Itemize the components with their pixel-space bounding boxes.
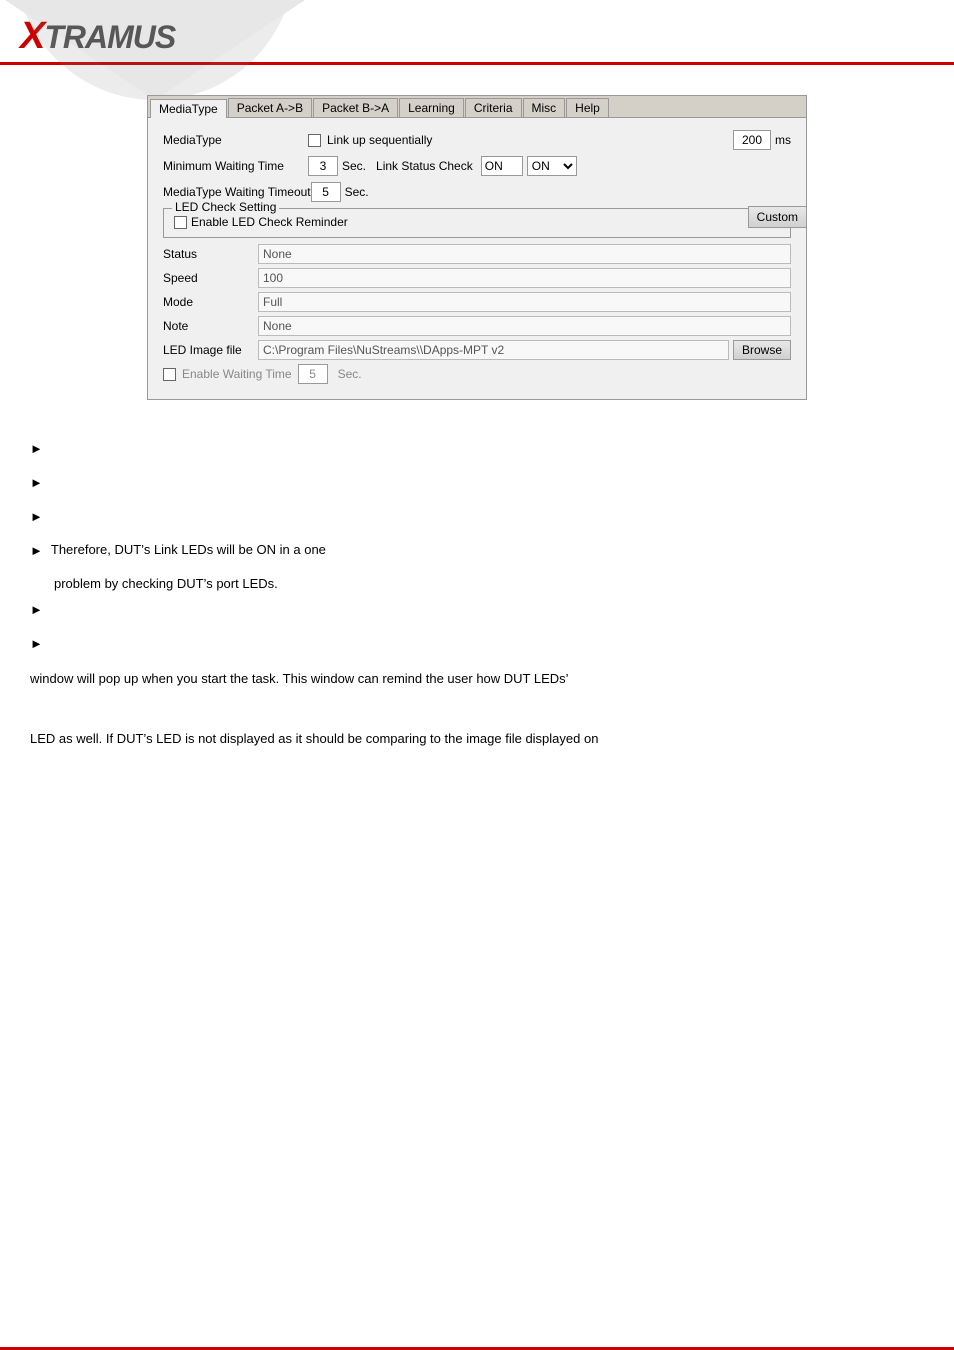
bullet-arrow-5: ►	[30, 602, 43, 617]
status-label: Status	[163, 247, 258, 261]
tab-learning[interactable]: Learning	[399, 98, 464, 117]
mediatype-row: MediaType Link up sequentially ms	[163, 130, 791, 150]
enable-waiting-input[interactable]	[298, 364, 328, 384]
dialog-body: MediaType Link up sequentially ms Minimu…	[148, 118, 806, 399]
led-group-label: LED Check Setting	[172, 200, 279, 214]
link-up-seq-checkbox[interactable]	[308, 134, 321, 147]
enable-waiting-checkbox[interactable]	[163, 368, 176, 381]
logo: XTRAMUS	[20, 15, 175, 58]
mediatype-label: MediaType	[163, 133, 308, 147]
mode-row: Mode	[163, 292, 791, 312]
sec-unit2: Sec.	[345, 185, 369, 199]
enable-led-label: Enable LED Check Reminder	[191, 215, 348, 229]
mode-input[interactable]	[258, 292, 791, 312]
enable-waiting-label: Enable Waiting Time	[182, 367, 292, 381]
link-up-seq-label: Link up sequentially	[327, 133, 432, 147]
custom-button[interactable]: Custom	[748, 206, 807, 228]
paragraph-2: LED as well. If DUT’s LED is not display…	[30, 729, 924, 749]
bullet-arrow-3: ►	[30, 509, 43, 524]
enable-waiting-row: Enable Waiting Time Sec.	[163, 364, 791, 384]
tab-bar: MediaType Packet A->B Packet B->A Learni…	[148, 96, 806, 118]
problem-text-content: problem by checking DUT’s port LEDs.	[54, 576, 278, 591]
tab-packet-ab[interactable]: Packet A->B	[228, 98, 312, 117]
media-timeout-input[interactable]	[311, 182, 341, 202]
led-image-label: LED Image file	[163, 343, 258, 357]
speed-input[interactable]	[258, 268, 791, 288]
tab-help[interactable]: Help	[566, 98, 609, 117]
paragraph-1: window will pop up when you start the ta…	[30, 669, 924, 689]
min-waiting-input[interactable]	[308, 156, 338, 176]
status-input[interactable]	[258, 244, 791, 264]
bullet-5: ►	[30, 601, 924, 617]
bullet-arrow-1: ►	[30, 441, 43, 456]
dialog-box: MediaType Packet A->B Packet B->A Learni…	[147, 95, 807, 400]
bullet-text-4: Therefore, DUT’s Link LEDs will be ON in…	[51, 542, 924, 557]
main-content: MediaType Packet A->B Packet B->A Learni…	[0, 65, 954, 420]
link-status-value[interactable]	[481, 156, 523, 176]
media-timeout-label: MediaType Waiting Timeout	[163, 185, 311, 199]
min-waiting-row: Minimum Waiting Time Sec. Link Status Ch…	[163, 156, 791, 176]
ms-unit: ms	[775, 133, 791, 147]
header: XTRAMUS	[0, 0, 954, 65]
link-status-check-label: Link Status Check	[376, 159, 473, 173]
status-row: Status	[163, 244, 791, 264]
bullet-2: ►	[30, 474, 924, 490]
note-row: Note	[163, 316, 791, 336]
tab-mediatype[interactable]: MediaType	[150, 99, 227, 118]
speed-row: Speed	[163, 268, 791, 288]
logo-x: X	[20, 15, 44, 57]
browse-button[interactable]: Browse	[733, 340, 791, 360]
bullet-arrow-6: ►	[30, 636, 43, 651]
tab-criteria[interactable]: Criteria	[465, 98, 522, 117]
sec-unit1: Sec.	[342, 159, 366, 173]
problem-text: problem by checking DUT’s port LEDs.	[54, 576, 924, 591]
bullet-4: ► Therefore, DUT’s Link LEDs will be ON …	[30, 542, 924, 558]
media-timeout-row: MediaType Waiting Timeout Sec.	[163, 182, 791, 202]
min-waiting-label: Minimum Waiting Time	[163, 159, 308, 173]
bullet-arrow-2: ►	[30, 475, 43, 490]
bullets-section: ► ► ► ► Therefore, DUT’s Link LEDs will …	[0, 440, 954, 651]
ms-input[interactable]	[733, 130, 771, 150]
tab-packet-ba[interactable]: Packet B->A	[313, 98, 398, 117]
tab-misc[interactable]: Misc	[523, 98, 566, 117]
bullet-3: ►	[30, 508, 924, 524]
enable-led-checkbox[interactable]	[174, 216, 187, 229]
link-status-dropdown[interactable]: ON OFF	[527, 156, 577, 176]
enable-led-row: Enable LED Check Reminder	[174, 215, 780, 229]
note-label: Note	[163, 319, 258, 333]
logo-rest: TRAMUS	[44, 19, 175, 55]
led-group-box: LED Check Setting Enable LED Check Remin…	[163, 208, 791, 238]
bullet-1: ►	[30, 440, 924, 456]
bullet-6: ►	[30, 635, 924, 651]
enable-waiting-sec: Sec.	[338, 367, 362, 381]
led-path-input[interactable]	[258, 340, 729, 360]
led-image-row: LED Image file Browse	[163, 340, 791, 360]
bullet-arrow-4: ►	[30, 543, 43, 558]
speed-label: Speed	[163, 271, 258, 285]
mode-label: Mode	[163, 295, 258, 309]
note-input[interactable]	[258, 316, 791, 336]
